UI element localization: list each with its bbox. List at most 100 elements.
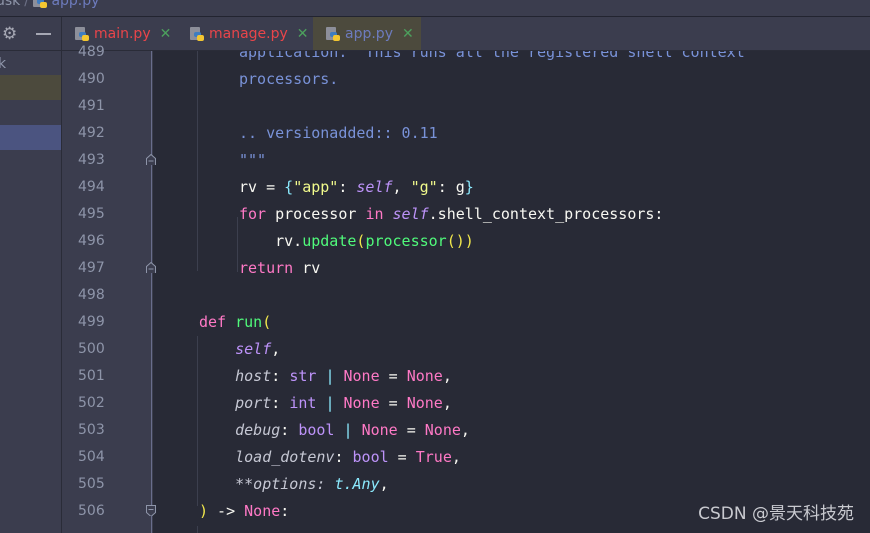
code-token: "g" <box>410 178 438 196</box>
line-number: 497 <box>78 260 105 276</box>
python-file-icon <box>326 26 340 41</box>
code-token: **options <box>235 475 317 493</box>
code-line[interactable]: host: str | None = None, <box>199 363 452 390</box>
code-token: port <box>235 394 272 412</box>
code-line[interactable]: debug: bool | None = None, <box>199 417 470 444</box>
code-token: , <box>442 394 452 412</box>
code-token: : g <box>437 178 465 196</box>
code-token: self <box>392 205 429 223</box>
fold-collapse-icon[interactable] <box>146 154 156 165</box>
code-token: -> <box>208 502 245 520</box>
code-line[interactable]: port: int | None = None, <box>199 390 452 417</box>
project-tool-window: ⚙ k <box>0 17 62 533</box>
code-token: for <box>239 205 267 223</box>
code-line[interactable]: **options: t.Any, <box>199 471 389 498</box>
code-token: run <box>235 313 263 331</box>
line-number: 492 <box>78 125 105 141</box>
code-token: rv <box>293 259 321 277</box>
code-token: processor <box>365 232 447 250</box>
breadcrumb-file[interactable]: app.py <box>51 0 99 9</box>
python-file-icon <box>190 26 204 41</box>
fold-expand-icon[interactable] <box>146 505 156 516</box>
code-token: rv. <box>239 232 303 250</box>
code-token: .. versionadded:: 0.11 <box>239 124 438 142</box>
code-token: , <box>442 367 452 385</box>
code-line[interactable]: return rv <box>239 255 320 282</box>
code-token: : <box>271 394 290 412</box>
code-line[interactable]: load_dotenv: bool = True, <box>199 444 461 471</box>
code-editor[interactable]: application. This runs all the registere… <box>152 51 870 533</box>
line-number: 504 <box>78 449 105 465</box>
code-line[interactable]: def run( <box>199 309 271 336</box>
code-line[interactable]: for processor in self.shell_context_proc… <box>239 201 663 228</box>
line-number: 499 <box>78 314 105 330</box>
code-token: = <box>397 421 425 439</box>
code-token: : <box>280 421 299 439</box>
close-icon[interactable]: ✕ <box>402 26 414 42</box>
python-file-icon <box>33 0 47 8</box>
breadcrumb-parent[interactable]: usk <box>0 0 20 9</box>
line-number: 494 <box>78 179 105 195</box>
line-number: 495 <box>78 206 105 222</box>
gear-icon[interactable]: ⚙ <box>2 25 17 43</box>
code-token: , <box>379 475 389 493</box>
project-tree-item-selected[interactable] <box>0 125 61 150</box>
project-tree-item-label[interactable]: k <box>0 56 6 72</box>
code-token: update <box>302 232 357 250</box>
code-token: True <box>415 448 452 466</box>
indent-guide <box>197 336 198 506</box>
line-number: 490 <box>78 71 105 87</box>
code-line[interactable]: application. This runs all the registere… <box>239 51 745 66</box>
line-number: 498 <box>78 287 105 303</box>
code-token: self <box>356 178 393 196</box>
line-number: 500 <box>78 341 105 357</box>
navigation-bar: usk / app.py <box>0 0 870 17</box>
code-token: } <box>464 178 474 196</box>
line-number: 491 <box>78 98 105 114</box>
code-line[interactable]: self, <box>199 336 280 363</box>
code-token: = <box>388 448 416 466</box>
code-token: str <box>289 367 317 385</box>
code-token: host <box>235 367 272 385</box>
code-token: None <box>244 502 281 520</box>
code-line[interactable]: ) -> None: <box>199 498 289 525</box>
project-tree-item-highlighted[interactable] <box>0 75 61 100</box>
tab-manage-py[interactable]: manage.py ✕ <box>190 17 309 50</box>
fold-collapse-icon[interactable] <box>146 262 156 273</box>
code-token: in <box>365 205 384 223</box>
indent-guide <box>237 217 238 272</box>
code-line[interactable]: rv.update(processor()) <box>239 228 474 255</box>
code-token: ()) <box>446 232 474 250</box>
code-token: "app" <box>293 178 339 196</box>
code-token: t.Any <box>334 475 380 493</box>
sidebar-divider <box>0 50 61 51</box>
code-line[interactable]: rv = {"app": self, "g": g} <box>239 174 474 201</box>
code-token: return <box>239 259 294 277</box>
indent-guide <box>197 51 198 271</box>
breadcrumb: usk / app.py <box>0 0 99 9</box>
indent-guide <box>152 51 153 533</box>
code-token: , <box>460 421 470 439</box>
code-line[interactable]: processors. <box>239 66 338 93</box>
code-line[interactable]: .. versionadded:: 0.11 <box>239 120 438 147</box>
code-token: None <box>361 421 398 439</box>
line-number: 501 <box>78 368 105 384</box>
line-number: 493 <box>78 152 105 168</box>
code-token: None <box>424 421 461 439</box>
minimize-icon[interactable] <box>36 33 51 35</box>
code-line[interactable]: """ <box>239 147 266 174</box>
code-token: , <box>451 448 461 466</box>
close-icon[interactable]: ✕ <box>297 26 309 42</box>
code-token: , <box>392 178 411 196</box>
code-token: application. This runs all the registere… <box>239 51 745 61</box>
tab-app-py[interactable]: app.py ✕ <box>313 17 421 50</box>
close-icon[interactable]: ✕ <box>160 26 172 42</box>
